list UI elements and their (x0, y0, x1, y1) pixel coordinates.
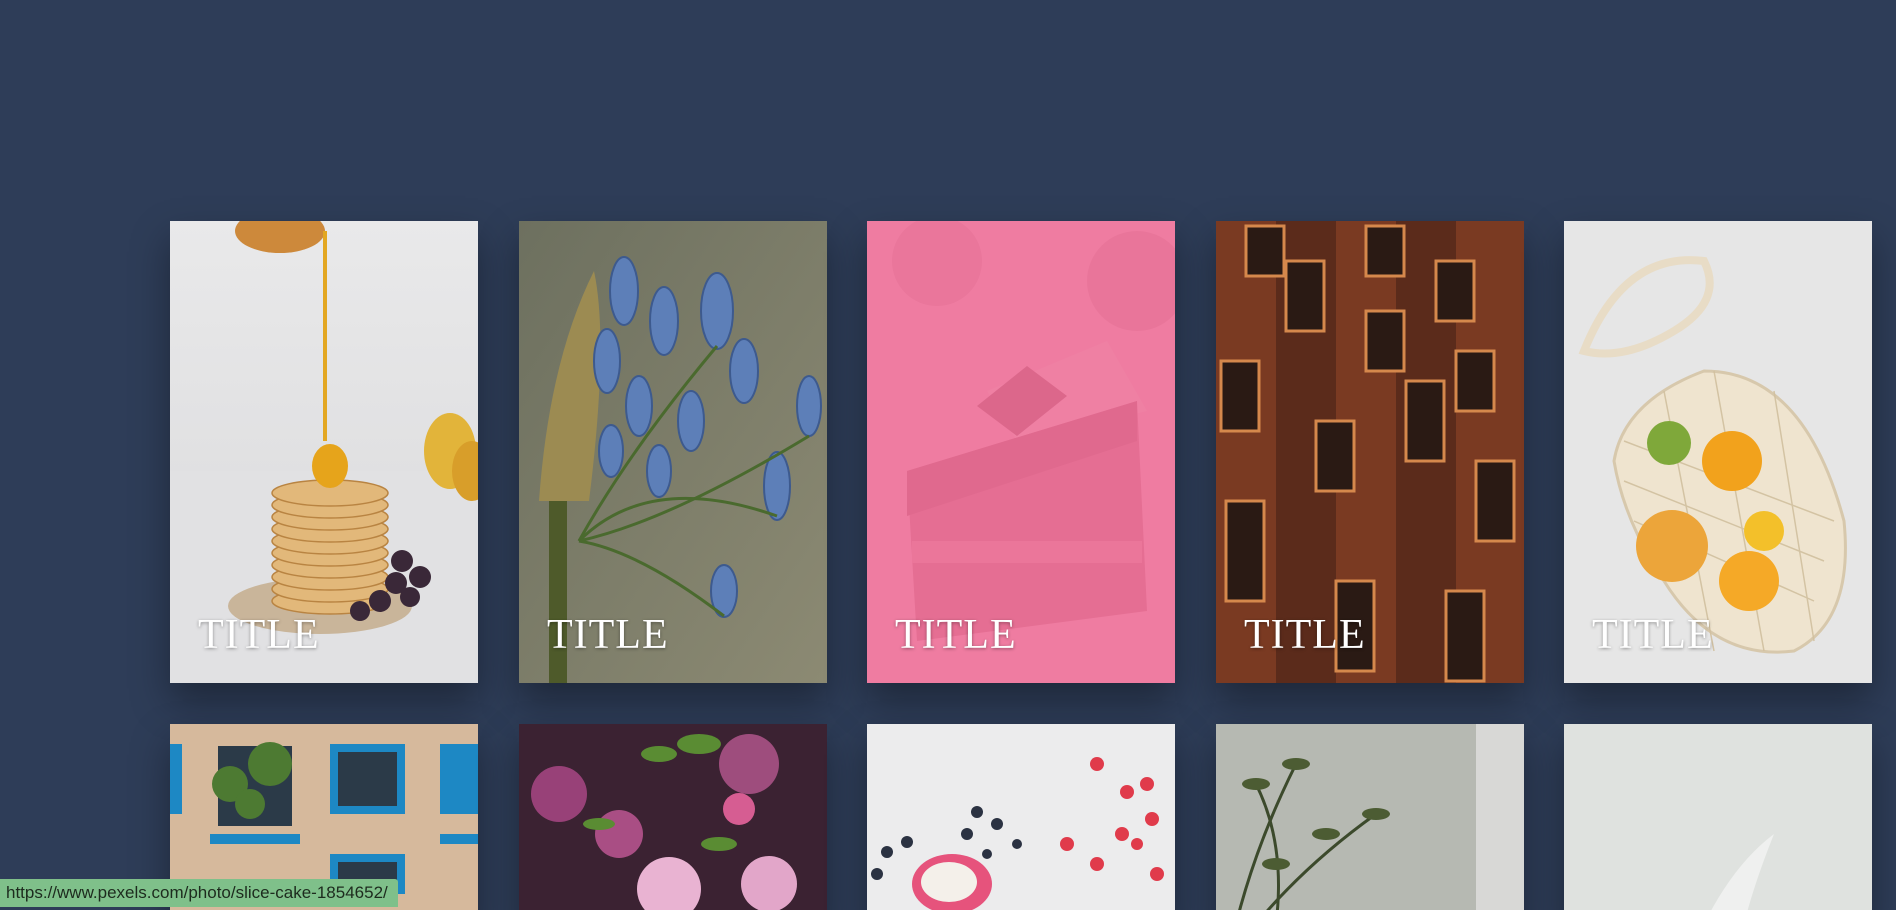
gallery-card-mesh-bag[interactable]: TITLE (1564, 221, 1872, 683)
card-title: TITLE (1592, 612, 1714, 658)
card-title: TITLE (1244, 612, 1366, 658)
card-title: TITLE (895, 612, 1017, 658)
gallery-card-building[interactable]: TITLE (1216, 221, 1524, 683)
gallery-card-surface[interactable] (1564, 724, 1872, 910)
roses-image (519, 724, 827, 910)
gallery-card-berries[interactable] (867, 724, 1175, 910)
gallery-card-flower[interactable]: TITLE (519, 221, 827, 683)
gallery-card-plant[interactable] (1216, 724, 1524, 910)
gallery-card-pancakes[interactable]: TITLE (170, 221, 478, 683)
berries-image (867, 724, 1175, 910)
plant-image (1216, 724, 1524, 910)
card-title: TITLE (547, 612, 669, 658)
gallery-card-roses[interactable] (519, 724, 827, 910)
surface-image (1564, 724, 1872, 910)
gallery-page: TITLE TITLE TITLE TITLE TITLE https://ww… (0, 0, 1896, 910)
card-title: TITLE (198, 612, 320, 658)
browser-status-url: https://www.pexels.com/photo/slice-cake-… (0, 879, 398, 907)
gallery-card-cake[interactable]: TITLE (867, 221, 1175, 683)
